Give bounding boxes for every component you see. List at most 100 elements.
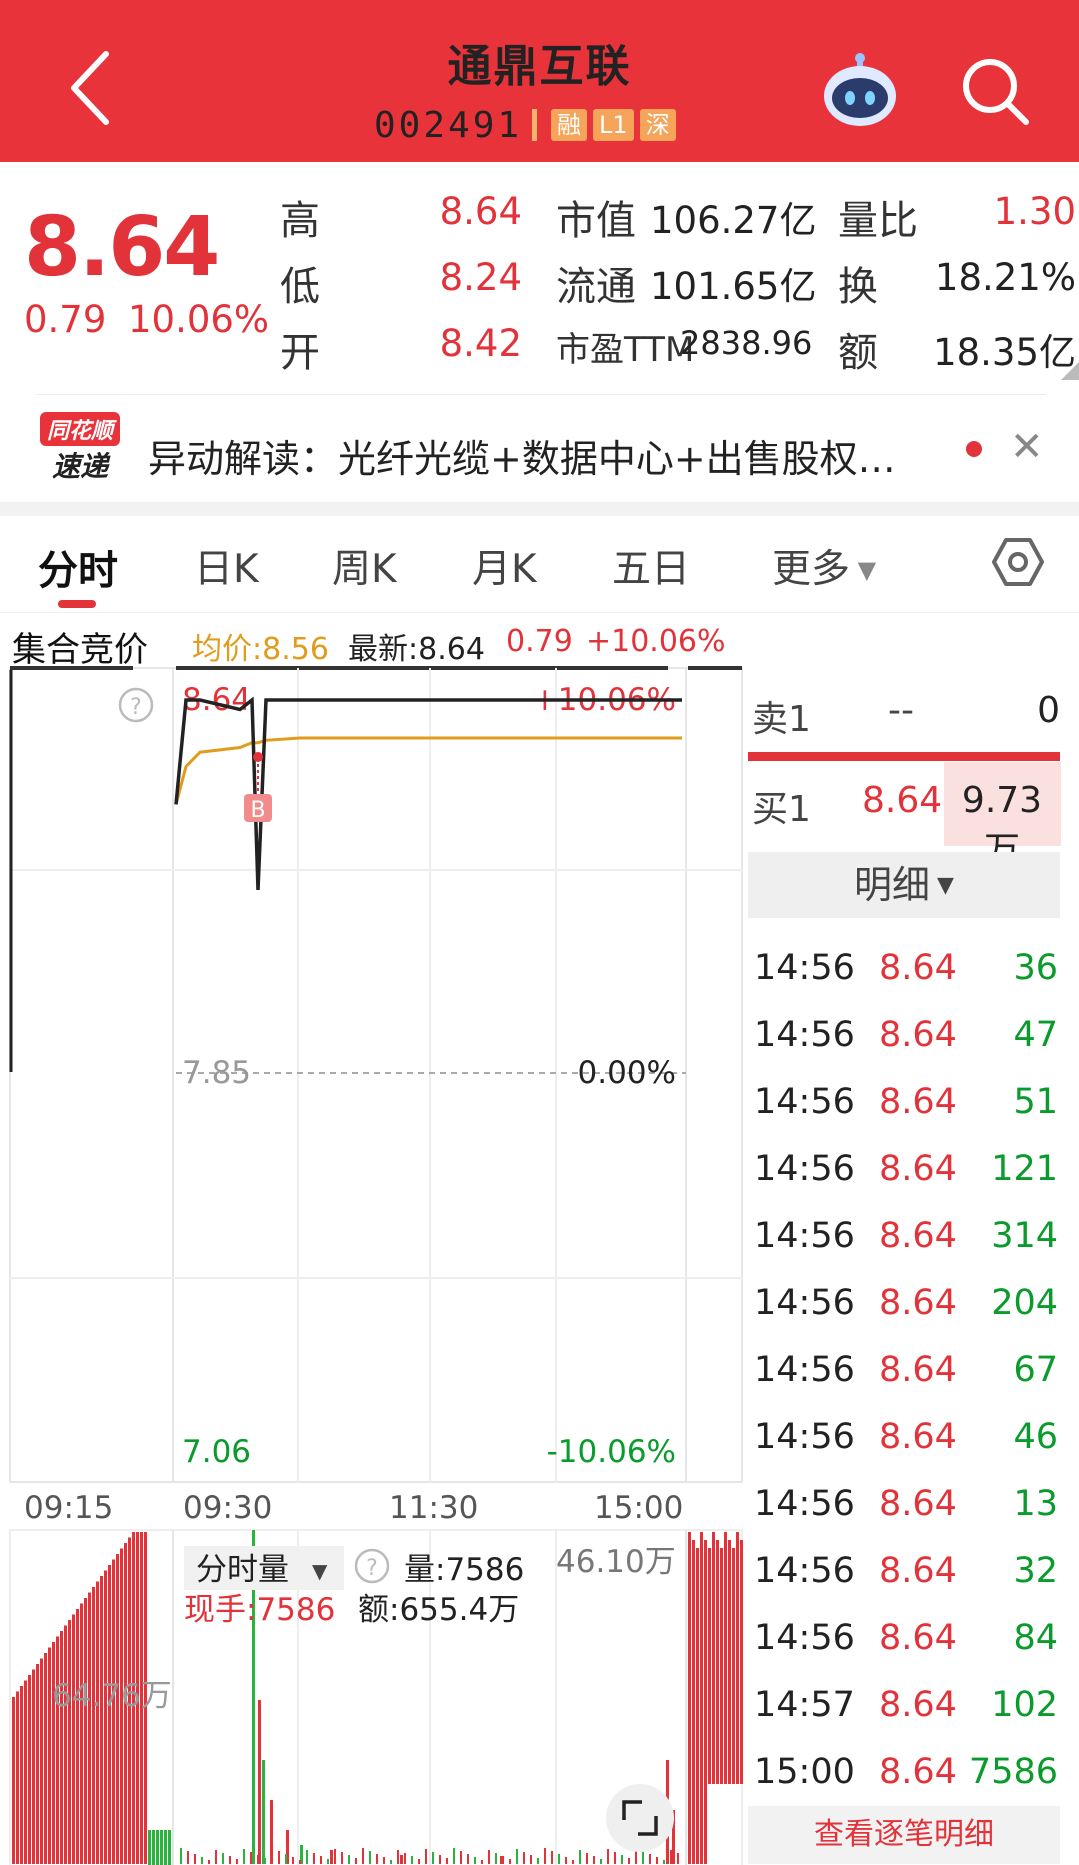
- tab-weekly-k[interactable]: 周K: [332, 538, 397, 594]
- volume-bar: [558, 1854, 560, 1864]
- tick-time: 14:56: [754, 1283, 855, 1323]
- volume-bar: [446, 1858, 448, 1864]
- price-change: 0.79: [24, 298, 107, 341]
- sell1-price: --: [888, 690, 914, 731]
- tab-more[interactable]: 更多 ▼: [772, 538, 876, 594]
- tick-volume: 67: [1013, 1350, 1058, 1390]
- volume-bar: [712, 1532, 715, 1784]
- volume-bar: [728, 1540, 731, 1784]
- news-headline[interactable]: 异动解读：光纤光缆+数据中心+出售股权…: [148, 428, 896, 483]
- tick-time: 14:56: [754, 1618, 855, 1658]
- chevron-down-icon: ▼: [312, 1559, 328, 1583]
- volume-bar: [642, 1851, 644, 1864]
- tab-five-day[interactable]: 五日: [612, 538, 690, 594]
- volume-bar: [262, 1760, 265, 1864]
- volume-bar: [32, 1669, 35, 1864]
- intraday-chart[interactable]: ? 8.64 7.85 7.06 +10.06% 0.00% -10.06% B…: [0, 660, 745, 1865]
- value-open: 8.42: [439, 322, 522, 365]
- tick-price: 8.64: [879, 1082, 957, 1122]
- tick-price: 8.64: [879, 948, 957, 988]
- label-amount: 额: [838, 330, 878, 376]
- volume-bar: [156, 1830, 159, 1865]
- detail-dropdown[interactable]: 明细 ▼: [748, 852, 1060, 918]
- stock-code-line: 002491 融 L1 深: [374, 104, 682, 146]
- volume-bar: [229, 1856, 231, 1864]
- value-high: 8.64: [439, 190, 522, 233]
- volume-bar: [688, 1532, 691, 1864]
- volume-bar: [48, 1647, 51, 1864]
- tab-daily-k[interactable]: 日K: [194, 538, 259, 594]
- tab-monthly-k[interactable]: 月K: [472, 538, 537, 594]
- volume-bar: [740, 1540, 743, 1784]
- tick-time: 14:56: [754, 1417, 855, 1457]
- tick-price: 8.64: [879, 1551, 957, 1591]
- tick-volume: 204: [991, 1283, 1058, 1323]
- svg-text:?: ?: [130, 695, 142, 720]
- volume-bar: [418, 1859, 420, 1864]
- volume-bar: [56, 1636, 59, 1864]
- buy-marker[interactable]: B: [244, 752, 272, 823]
- volume-bar: [96, 1581, 99, 1864]
- volume-bar: [523, 1852, 525, 1864]
- volume-bar: [621, 1855, 623, 1864]
- news-close-icon[interactable]: ✕: [1010, 424, 1044, 470]
- volume-help-icon[interactable]: ?: [354, 1548, 390, 1584]
- tick-volume: 314: [991, 1216, 1058, 1256]
- fullscreen-button[interactable]: [606, 1784, 674, 1852]
- tick-volume: 32: [1013, 1551, 1058, 1591]
- volume-bar: [736, 1532, 739, 1784]
- logo-top-text: 同花顺: [47, 419, 117, 444]
- tick-price: 8.64: [879, 1216, 957, 1256]
- tick-volume: 51: [1013, 1082, 1058, 1122]
- volume-bar: [160, 1830, 163, 1865]
- tick-volume: 7586: [968, 1752, 1058, 1792]
- volume-bar: [732, 1548, 735, 1784]
- volume-bar: [44, 1653, 47, 1864]
- buy1-label: 买1: [752, 789, 811, 830]
- volume-bar: [390, 1860, 392, 1864]
- tick-time: 14:56: [754, 1015, 855, 1055]
- volume-bar: [108, 1565, 111, 1864]
- help-icon[interactable]: ?: [118, 687, 154, 723]
- volume-bar: [88, 1592, 91, 1864]
- tick-time: 14:56: [754, 1149, 855, 1189]
- volume-bar: [397, 1850, 399, 1864]
- expand-corner-icon[interactable]: [1061, 362, 1079, 380]
- volume-bar: [593, 1856, 595, 1864]
- price-axis-bottom: 7.06: [182, 1434, 251, 1470]
- volume-bar: [215, 1850, 217, 1864]
- tag-level1: L1: [593, 109, 634, 141]
- tick-time: 14:56: [754, 1216, 855, 1256]
- label-market-cap: 市值: [556, 198, 636, 244]
- volume-bar: [52, 1642, 55, 1864]
- volume-bar: [201, 1857, 203, 1864]
- stock-code: 002491: [374, 104, 523, 146]
- assistant-robot-icon[interactable]: [820, 50, 900, 130]
- volume-bar: [369, 1851, 371, 1864]
- chart-settings-icon[interactable]: [992, 536, 1044, 588]
- value-turnover: 18.21%: [934, 256, 1076, 299]
- buy1-price: 8.64: [862, 780, 943, 821]
- view-tick-detail-button[interactable]: 查看逐笔明细: [748, 1806, 1060, 1864]
- label-low: 低: [280, 264, 320, 310]
- ths-express-logo: 同花顺 速递: [40, 412, 120, 483]
- volume-bar: [168, 1830, 171, 1865]
- tick-time: 14:56: [754, 1350, 855, 1390]
- label-high: 高: [280, 198, 320, 244]
- search-icon[interactable]: [960, 56, 1030, 126]
- news-divider: [36, 394, 1046, 395]
- volume-bar: [544, 1848, 546, 1864]
- volume-bar: [24, 1680, 27, 1864]
- volume-bar: [509, 1859, 511, 1864]
- sell1-volume: 0: [1037, 690, 1060, 731]
- tick-time: 14:57: [754, 1685, 855, 1725]
- value-market-cap: 106.27亿: [650, 199, 817, 242]
- chevron-down-icon: ▼: [930, 873, 954, 898]
- volume-bar: [708, 1548, 711, 1784]
- volume-bar: [704, 1540, 707, 1864]
- volume-bar: [84, 1598, 87, 1864]
- volume-bar: [716, 1540, 719, 1784]
- tab-intraday[interactable]: 分时: [38, 538, 118, 596]
- tick-price: 8.64: [879, 1685, 957, 1725]
- value-float-cap: 101.65亿: [650, 265, 817, 308]
